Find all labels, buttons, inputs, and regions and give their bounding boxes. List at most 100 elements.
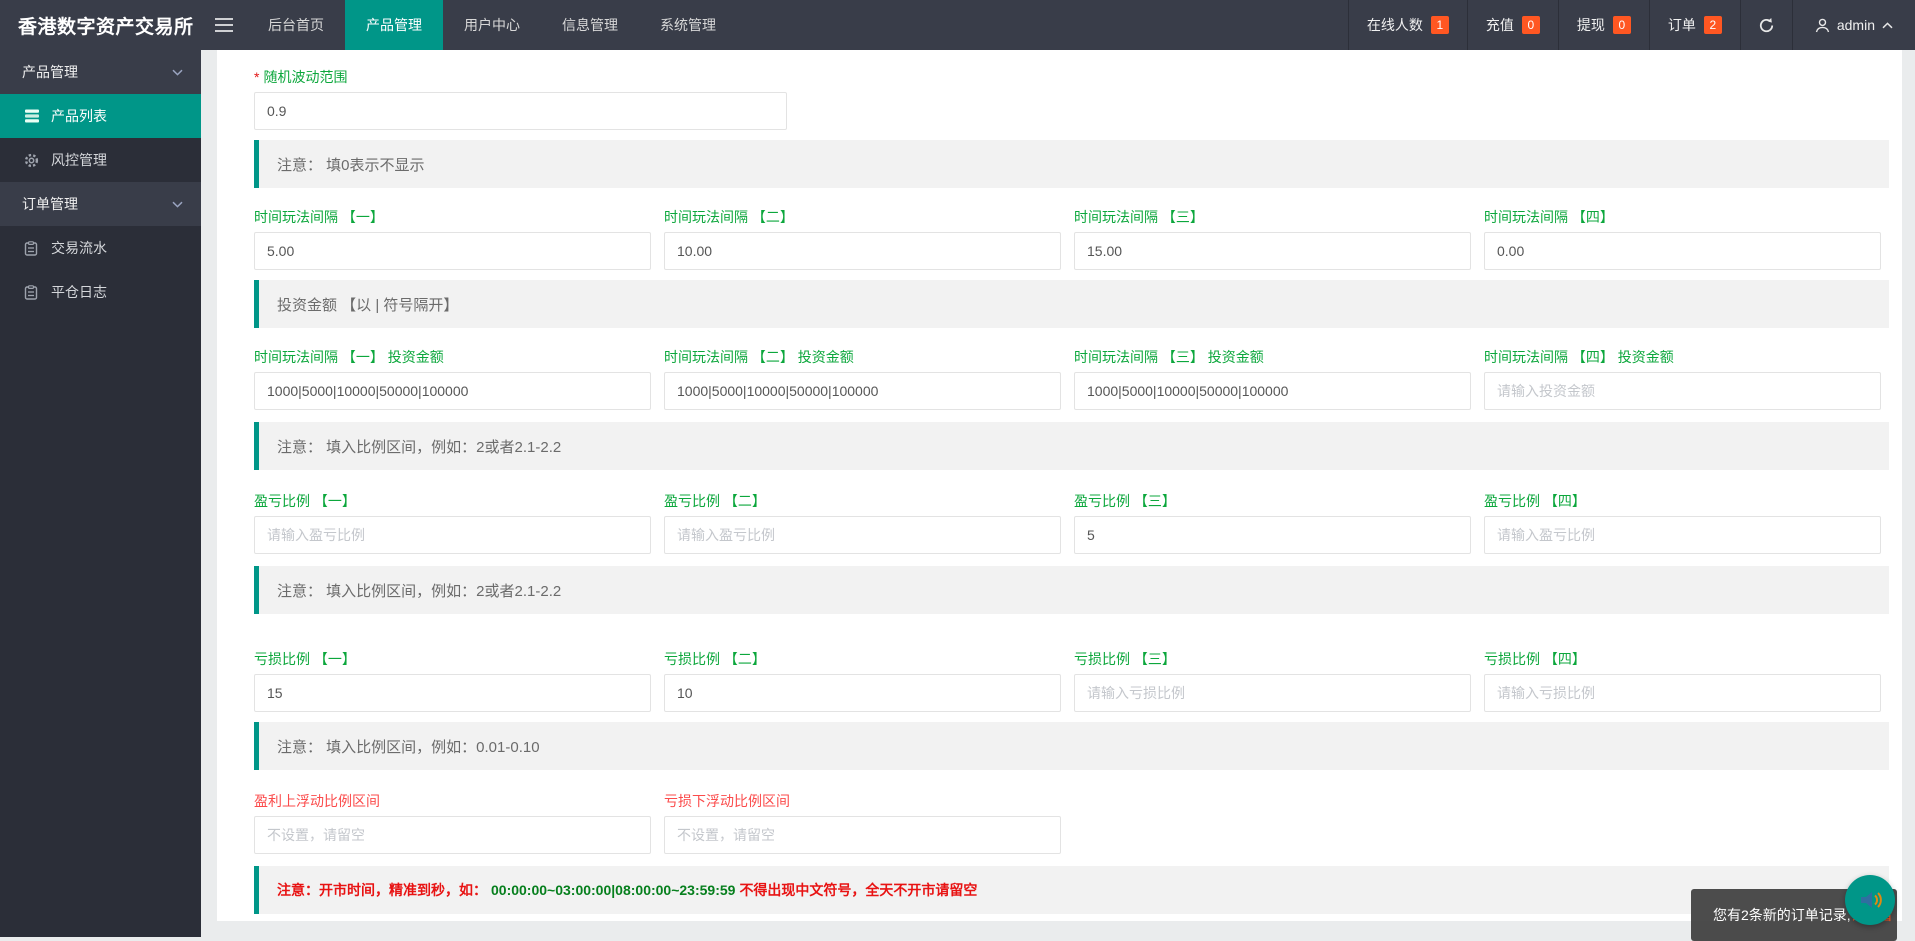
field-loss-ratio-1: 亏损比例 【一】	[254, 650, 651, 712]
interval-2-input[interactable]	[664, 232, 1061, 270]
sidebar-item-close-log-label: 平仓日志	[51, 282, 107, 302]
loss-ratio-2-input[interactable]	[664, 674, 1061, 712]
warn-prefix: 注意：开市时间，精准到秒，如：	[277, 880, 487, 900]
nav-item-products[interactable]: 产品管理	[345, 0, 443, 50]
field-interval-3: 时间玩法间隔 【三】	[1074, 208, 1471, 270]
loss-ratio-1-input[interactable]	[254, 674, 651, 712]
field-amount-1: 时间玩法间隔 【一】 投资金额	[254, 348, 651, 410]
profit-float-range-input[interactable]	[254, 816, 651, 854]
sidebar-item-trade-flow[interactable]: 交易流水	[0, 226, 201, 270]
user-menu[interactable]: admin	[1792, 0, 1915, 50]
sidebar-item-close-log[interactable]: 平仓日志	[0, 270, 201, 314]
interval-3-input[interactable]	[1074, 232, 1471, 270]
sidebar-item-risk-management-label: 风控管理	[51, 150, 107, 170]
required-asterisk: *	[254, 69, 259, 85]
interval-1-input[interactable]	[254, 232, 651, 270]
loss-ratio-4-input[interactable]	[1484, 674, 1881, 712]
refresh-icon	[1758, 17, 1775, 34]
nav-item-users[interactable]: 用户中心	[443, 0, 541, 50]
field-label: 盈亏比例 【三】	[1074, 492, 1471, 510]
field-profit-loss-ratio-4: 盈亏比例 【四】	[1484, 492, 1881, 554]
field-label: 盈亏比例 【四】	[1484, 492, 1881, 510]
refresh-button[interactable]	[1740, 0, 1792, 50]
field-label: 亏损比例 【四】	[1484, 650, 1881, 668]
profit-loss-ratio-2-input[interactable]	[664, 516, 1061, 554]
field-label: 时间玩法间隔 【三】	[1074, 208, 1471, 226]
note-quote-zero-hidden: 注意： 填0表示不显示	[254, 140, 1889, 188]
main-menu: 后台首页 产品管理 用户中心 信息管理 系统管理	[247, 0, 737, 50]
field-label: 时间玩法间隔 【二】	[664, 208, 1061, 226]
field-loss-float-range: 亏损下浮动比例区间	[664, 792, 1061, 854]
note-quote-ratio-example-1: 注意： 填入比例区间，例如：2或者2.1-2.2	[254, 422, 1889, 470]
loss-ratio-3-input[interactable]	[1074, 674, 1471, 712]
profit-loss-ratio-4-input[interactable]	[1484, 516, 1881, 554]
nav-item-system[interactable]: 系统管理	[639, 0, 737, 50]
stat-deposits[interactable]: 充值 0	[1467, 0, 1558, 50]
sidebar-item-product-list[interactable]: 产品列表	[0, 94, 201, 138]
field-label: 盈亏比例 【一】	[254, 492, 651, 510]
navbar-spacer	[737, 0, 1348, 50]
field-loss-ratio-4: 亏损比例 【四】	[1484, 650, 1881, 712]
interval-4-input[interactable]	[1484, 232, 1881, 270]
field-profit-loss-ratio-1: 盈亏比例 【一】	[254, 492, 651, 554]
field-label: 亏损比例 【一】	[254, 650, 651, 668]
stat-orders[interactable]: 订单 2	[1649, 0, 1740, 50]
warn-suffix: 不得出现中文符号，全天不开市请留空	[739, 880, 977, 900]
field-label: 时间玩法间隔 【一】 投资金额	[254, 348, 651, 366]
nav-item-dashboard[interactable]: 后台首页	[247, 0, 345, 50]
field-interval-2: 时间玩法间隔 【二】	[664, 208, 1061, 270]
field-label: 亏损下浮动比例区间	[664, 792, 1061, 810]
caret-up-icon	[1882, 22, 1893, 29]
field-loss-ratio-3: 亏损比例 【三】	[1074, 650, 1471, 712]
field-profit-loss-ratio-2: 盈亏比例 【二】	[664, 492, 1061, 554]
online-count-badge: 1	[1431, 16, 1449, 34]
hamburger-icon[interactable]	[201, 0, 247, 50]
field-amount-2: 时间玩法间隔 【二】 投资金额	[664, 348, 1061, 410]
deposit-count-badge: 0	[1522, 16, 1540, 34]
field-label: 时间玩法间隔 【四】	[1484, 208, 1881, 226]
sidebar-group-products[interactable]: 产品管理	[0, 50, 201, 94]
sidebar-group-products-label: 产品管理	[22, 62, 78, 82]
sidebar-group-orders-label: 订单管理	[22, 194, 78, 214]
field-label: 时间玩法间隔 【四】 投资金额	[1484, 348, 1881, 366]
field-random-fluctuation: *随机波动范围	[254, 68, 787, 130]
field-label: 时间玩法间隔 【二】 投资金额	[664, 348, 1061, 366]
field-amount-4: 时间玩法间隔 【四】 投资金额	[1484, 348, 1881, 410]
field-profit-loss-ratio-3: 盈亏比例 【三】	[1074, 492, 1471, 554]
note-quote-ratio-example-3: 注意： 填入比例区间，例如：0.01-0.10	[254, 722, 1889, 770]
field-label: 盈利上浮动比例区间	[254, 792, 651, 810]
hamburger-icon-glyph	[215, 18, 233, 32]
field-label: 时间玩法间隔 【三】 投资金额	[1074, 348, 1471, 366]
gear-icon	[24, 152, 40, 168]
field-label: 盈亏比例 【二】	[664, 492, 1061, 510]
amount-4-input[interactable]	[1484, 372, 1881, 410]
toast-text: 您有2条新的订单记录,	[1713, 905, 1851, 925]
speaker-icon	[1856, 886, 1884, 914]
amount-3-input[interactable]	[1074, 372, 1471, 410]
field-interval-1: 时间玩法间隔 【一】	[254, 208, 651, 270]
content-area: *随机波动范围 注意： 填0表示不显示 时间玩法间隔 【一】 时间玩法间隔 【二…	[201, 50, 1915, 937]
amount-2-input[interactable]	[664, 372, 1061, 410]
sidebar-item-risk-management[interactable]: 风控管理	[0, 138, 201, 182]
stat-online-label: 在线人数	[1367, 15, 1423, 35]
nav-item-info[interactable]: 信息管理	[541, 0, 639, 50]
layers-icon	[24, 108, 40, 124]
loss-float-range-input[interactable]	[664, 816, 1061, 854]
sidebar-group-orders[interactable]: 订单管理	[0, 182, 201, 226]
order-count-badge: 2	[1704, 16, 1722, 34]
notification-sound-button[interactable]	[1845, 875, 1895, 925]
profit-loss-ratio-1-input[interactable]	[254, 516, 651, 554]
person-icon	[1815, 18, 1830, 33]
chevron-down-icon	[172, 201, 183, 208]
document-icon	[24, 284, 40, 300]
sidebar: 产品管理 产品列表 风控管理 订单管理	[0, 50, 201, 937]
top-navbar: 香港数字资产交易所 后台首页 产品管理 用户中心 信息管理 系统管理 在线人数 …	[0, 0, 1915, 50]
stat-online-users[interactable]: 在线人数 1	[1348, 0, 1467, 50]
stat-withdrawals[interactable]: 提现 0	[1558, 0, 1649, 50]
amount-1-input[interactable]	[254, 372, 651, 410]
withdraw-count-badge: 0	[1613, 16, 1631, 34]
random-fluctuation-input[interactable]	[254, 92, 787, 130]
stat-deposit-label: 充值	[1486, 15, 1514, 35]
document-icon	[24, 240, 40, 256]
profit-loss-ratio-3-input[interactable]	[1074, 516, 1471, 554]
